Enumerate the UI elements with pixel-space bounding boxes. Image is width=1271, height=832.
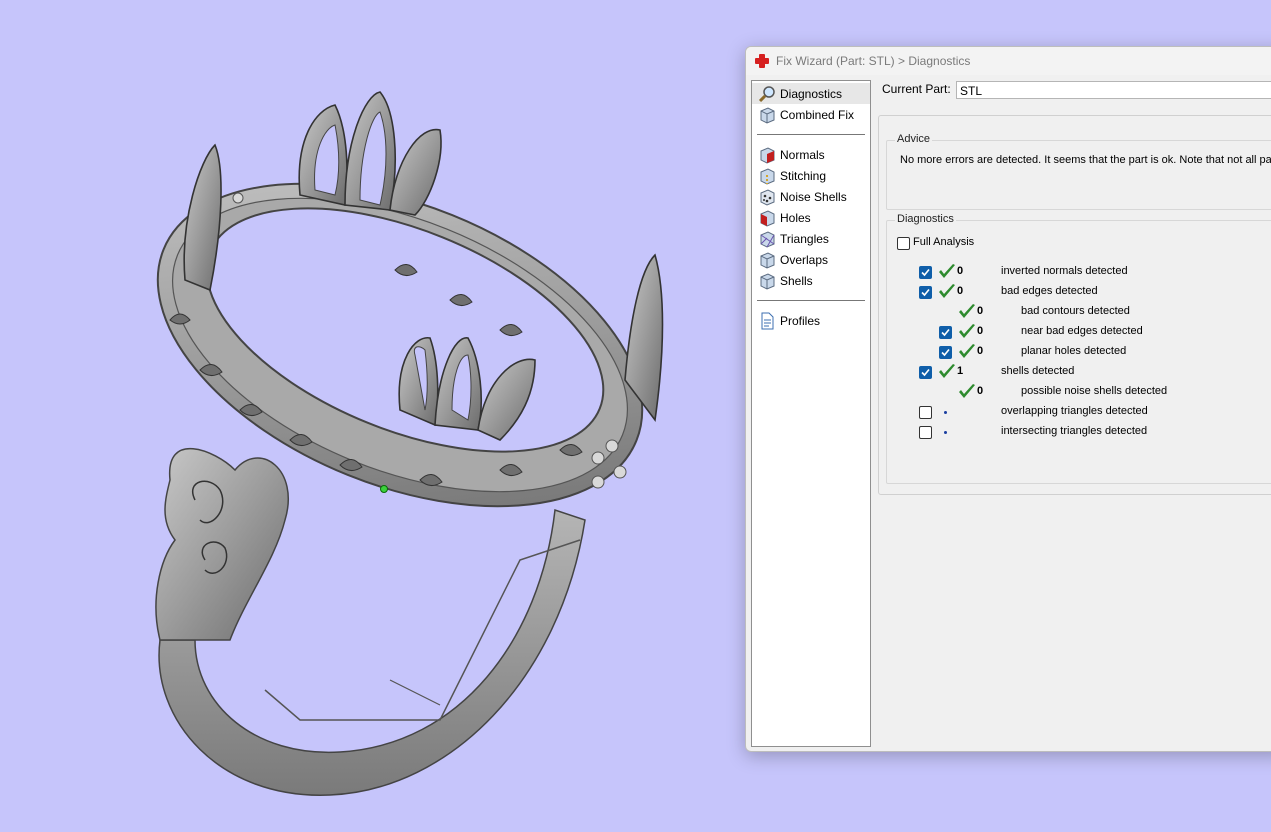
row-count: 0 (957, 265, 964, 277)
row-label: intersecting triangles detected (1001, 425, 1148, 437)
row-label: bad edges detected (1001, 285, 1098, 297)
diagnostics-title: Diagnostics (895, 213, 956, 225)
nav-label: Triangles (780, 231, 829, 246)
nav-label: Combined Fix (780, 107, 855, 122)
3d-viewport[interactable] (0, 0, 740, 832)
row-label: shells detected (1001, 365, 1075, 377)
row-count: 0 (977, 345, 984, 357)
green-check-icon (957, 343, 977, 361)
advice-title: Advice (895, 133, 933, 145)
nav-label: Shells (780, 273, 813, 288)
cube-icon (758, 106, 776, 124)
row-count: 1 (957, 365, 964, 377)
nav-separator (757, 300, 865, 301)
row-checkbox[interactable] (919, 366, 932, 379)
row-label: overlapping triangles detected (1001, 405, 1148, 417)
pending-dot-icon (944, 411, 947, 414)
green-check-icon (937, 263, 957, 281)
nav-item-profiles[interactable]: Profiles (752, 310, 870, 331)
row-checkbox[interactable] (919, 266, 932, 279)
advice-group: Advice No more errors are detected. It s… (886, 133, 1271, 210)
advice-text: No more errors are detected. It seems th… (900, 154, 1271, 166)
shells-cube-icon (758, 272, 776, 290)
row-checkbox[interactable] (919, 406, 932, 419)
nav-item-noise-shells[interactable]: Noise Shells (752, 186, 870, 207)
current-part-field[interactable]: STL (956, 81, 1271, 99)
row-label: bad contours detected (1021, 305, 1130, 317)
pending-dot-icon (944, 431, 947, 434)
row-checkbox[interactable] (939, 326, 952, 339)
full-analysis-checkbox[interactable] (897, 237, 910, 250)
nav-label: Normals (780, 147, 825, 162)
row-label: possible noise shells detected (1021, 385, 1168, 397)
green-check-icon (937, 363, 957, 381)
nav-label: Stitching (780, 168, 827, 183)
diagnostics-group: Diagnostics Full Analysis 0 inverted norm… (886, 213, 1271, 484)
green-check-icon (957, 383, 977, 401)
red-cross-icon (754, 53, 770, 69)
nav-item-normals[interactable]: Normals (752, 144, 870, 165)
green-check-icon (957, 303, 977, 321)
wizard-content: Current Part: STL Advice No more errors … (876, 77, 1271, 751)
row-checkbox[interactable] (919, 426, 932, 439)
normals-cube-icon (758, 146, 776, 164)
wizard-nav: Diagnostics Combined Fix Normals Stitchi… (751, 80, 871, 747)
holes-cube-icon (758, 209, 776, 227)
nav-label: Diagnostics (780, 86, 843, 101)
row-count: 0 (977, 305, 984, 317)
fix-wizard-window: Fix Wizard (Part: STL) > Diagnostics Dia… (745, 46, 1271, 752)
current-part-label: Current Part: (882, 82, 951, 96)
window-title: Fix Wizard (Part: STL) > Diagnostics (776, 54, 971, 68)
row-label: near bad edges detected (1021, 325, 1143, 337)
ring-model[interactable] (0, 0, 740, 832)
noise-shells-icon (758, 188, 776, 206)
nav-separator (757, 134, 865, 135)
nav-label: Holes (780, 210, 811, 225)
nav-item-holes[interactable]: Holes (752, 207, 870, 228)
stitching-cube-icon (758, 167, 776, 185)
nav-item-triangles[interactable]: Triangles (752, 228, 870, 249)
nav-label: Overlaps (780, 252, 829, 267)
triangles-cube-icon (758, 230, 776, 248)
row-checkbox[interactable] (939, 346, 952, 359)
row-checkbox[interactable] (919, 286, 932, 299)
nav-label: Noise Shells (780, 189, 847, 204)
row-label: planar holes detected (1021, 345, 1127, 357)
row-count: 0 (957, 285, 964, 297)
green-check-icon (937, 283, 957, 301)
nav-item-combined-fix[interactable]: Combined Fix (752, 104, 870, 125)
overlaps-cube-icon (758, 251, 776, 269)
row-label: inverted normals detected (1001, 265, 1128, 277)
nav-item-stitching[interactable]: Stitching (752, 165, 870, 186)
green-check-icon (957, 323, 977, 341)
magnifier-icon (758, 85, 776, 103)
nav-label: Profiles (780, 313, 821, 328)
nav-item-overlaps[interactable]: Overlaps (752, 249, 870, 270)
window-titlebar[interactable]: Fix Wizard (Part: STL) > Diagnostics (746, 47, 1271, 75)
diagnostics-panel: Advice No more errors are detected. It s… (878, 115, 1271, 495)
row-count: 0 (977, 385, 984, 397)
document-icon (758, 312, 776, 330)
nav-item-shells[interactable]: Shells (752, 270, 870, 291)
full-analysis-label: Full Analysis (913, 236, 975, 248)
nav-item-diagnostics[interactable]: Diagnostics (752, 83, 870, 104)
row-count: 0 (977, 325, 984, 337)
